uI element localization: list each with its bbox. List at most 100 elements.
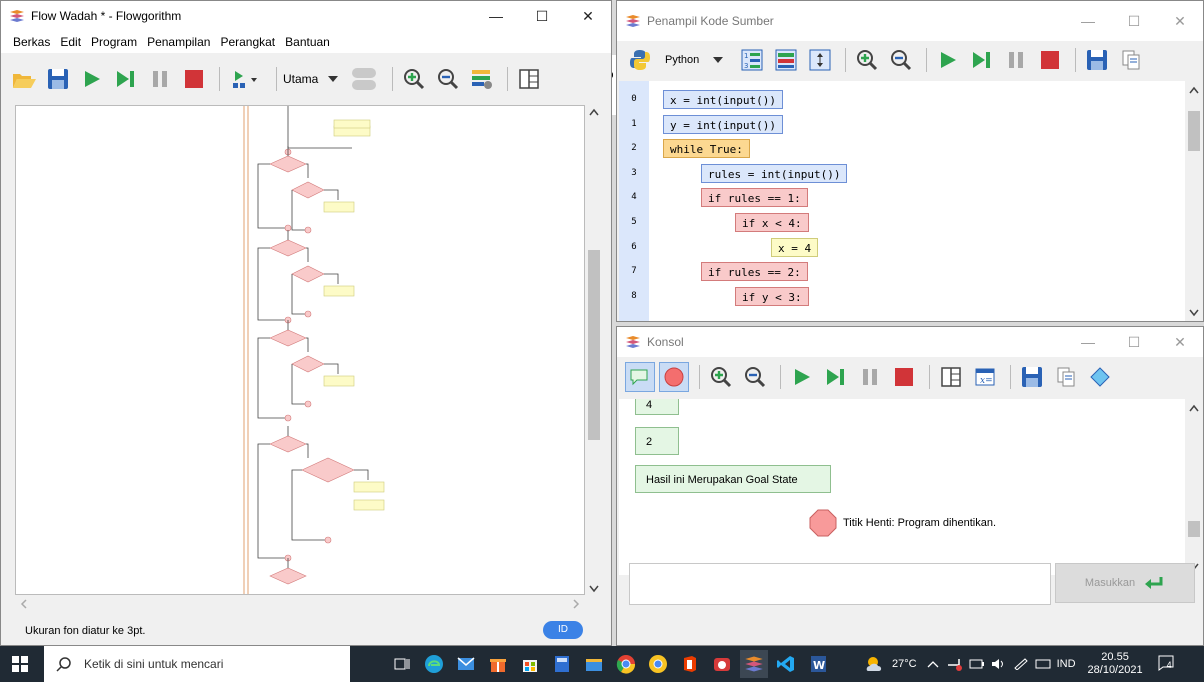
zoom-out-button[interactable] bbox=[740, 362, 770, 392]
taskbar-app-mail[interactable] bbox=[452, 650, 480, 678]
maximize-button[interactable]: ☐ bbox=[1111, 327, 1157, 357]
pause-button[interactable] bbox=[855, 362, 885, 392]
notification-center-button[interactable]: 4 bbox=[1157, 654, 1177, 674]
scrollbar-thumb[interactable] bbox=[1188, 111, 1200, 151]
battery-icon[interactable] bbox=[969, 658, 985, 670]
breakpoint-toggle-button[interactable] bbox=[659, 362, 689, 392]
clock[interactable]: 20.55 28/10/2021 bbox=[1088, 651, 1143, 677]
code-statement[interactable]: if rules == 2: bbox=[701, 262, 808, 282]
taskbar-app-store[interactable] bbox=[516, 650, 544, 678]
copy-button[interactable] bbox=[1116, 45, 1146, 75]
line-numbers-button[interactable]: 13 bbox=[737, 45, 767, 75]
zoom-out-button[interactable] bbox=[886, 45, 916, 75]
fit-button[interactable] bbox=[805, 45, 835, 75]
canvas-vertical-scrollbar[interactable] bbox=[585, 105, 603, 595]
pen-icon[interactable] bbox=[1013, 658, 1029, 670]
variables-button[interactable]: x= bbox=[970, 362, 1000, 392]
run-button[interactable] bbox=[787, 362, 817, 392]
pause-button[interactable] bbox=[145, 64, 175, 94]
chevron-down-icon[interactable] bbox=[713, 57, 724, 63]
menu-penampilan[interactable]: Penampilan bbox=[147, 35, 210, 49]
canvas-horizontal-scrollbar[interactable] bbox=[15, 595, 585, 613]
toggle-button[interactable] bbox=[346, 64, 382, 94]
highlight-button[interactable] bbox=[771, 45, 801, 75]
save-button[interactable] bbox=[1082, 45, 1112, 75]
close-button[interactable]: ✕ bbox=[1157, 6, 1203, 36]
code-statement[interactable]: y = int(input()) bbox=[663, 114, 783, 134]
zoom-out-button[interactable] bbox=[433, 64, 463, 94]
zoom-in-button[interactable] bbox=[706, 362, 736, 392]
taskbar-app-edge[interactable] bbox=[420, 650, 448, 678]
chevron-up-icon[interactable] bbox=[927, 660, 939, 668]
panels-button[interactable] bbox=[936, 362, 966, 392]
taskbar-app-photos[interactable] bbox=[708, 650, 736, 678]
task-view-button[interactable] bbox=[388, 650, 416, 678]
maximize-button[interactable]: ☐ bbox=[1111, 6, 1157, 36]
panels-button[interactable] bbox=[514, 64, 544, 94]
taskbar-search[interactable]: Ketik di sini untuk mencari bbox=[44, 646, 350, 682]
code-statement[interactable]: rules = int(input()) bbox=[701, 163, 848, 183]
stop-button[interactable] bbox=[179, 64, 209, 94]
menu-berkas[interactable]: Berkas bbox=[13, 35, 50, 49]
close-button[interactable]: ✕ bbox=[1157, 327, 1203, 357]
taskbar-app-word[interactable]: W bbox=[804, 650, 832, 678]
language-badge[interactable]: ID bbox=[543, 621, 583, 639]
console-vertical-scrollbar[interactable] bbox=[1185, 399, 1203, 575]
network-alert-icon[interactable] bbox=[947, 657, 963, 671]
python-logo-button[interactable] bbox=[625, 45, 655, 75]
close-button[interactable]: ✕ bbox=[565, 1, 611, 31]
taskbar-app-office[interactable] bbox=[676, 650, 704, 678]
console-output[interactable]: 4 2 Hasil ini Merupakan Goal State Titik… bbox=[619, 399, 1185, 575]
language-select-value[interactable]: Python bbox=[665, 54, 699, 66]
code-statement[interactable]: if y < 3: bbox=[735, 286, 809, 306]
menu-bantuan[interactable]: Bantuan bbox=[285, 35, 330, 49]
console-input-field[interactable] bbox=[629, 563, 1051, 605]
menu-edit[interactable]: Edit bbox=[60, 35, 81, 49]
code-area[interactable]: 0 x = int(input()) 1 y = int(input()) 2 while… bbox=[619, 81, 1185, 321]
flowchart-canvas[interactable] bbox=[15, 105, 585, 595]
input-language[interactable]: IND bbox=[1057, 658, 1076, 670]
code-statement[interactable]: if x < 4: bbox=[735, 213, 809, 232]
pause-button[interactable] bbox=[1001, 45, 1031, 75]
code-statement[interactable]: x = int(input()) bbox=[663, 90, 783, 109]
scrollbar-thumb[interactable] bbox=[588, 250, 600, 440]
zoom-in-button[interactable] bbox=[399, 64, 429, 94]
code-statement[interactable]: if rules == 1: bbox=[701, 188, 808, 208]
variables-button[interactable] bbox=[467, 64, 497, 94]
minimize-button[interactable]: — bbox=[1065, 327, 1111, 357]
taskbar-app-gift[interactable] bbox=[484, 650, 512, 678]
code-statement[interactable]: while True: bbox=[663, 139, 750, 159]
save-button[interactable] bbox=[43, 64, 73, 94]
volume-icon[interactable] bbox=[991, 658, 1007, 670]
taskbar-app-chrome-2[interactable] bbox=[644, 650, 672, 678]
taskbar-app-calculator[interactable] bbox=[548, 650, 576, 678]
save-button[interactable] bbox=[1017, 362, 1047, 392]
start-button[interactable] bbox=[6, 650, 34, 678]
layout-button[interactable] bbox=[226, 64, 266, 94]
taskbar-app-folder[interactable] bbox=[580, 650, 608, 678]
stop-button[interactable] bbox=[889, 362, 919, 392]
minimize-button[interactable]: — bbox=[473, 1, 519, 31]
menu-perangkat[interactable]: Perangkat bbox=[220, 35, 275, 49]
step-button[interactable] bbox=[967, 45, 997, 75]
scrollbar-thumb[interactable] bbox=[1188, 521, 1200, 537]
zoom-in-button[interactable] bbox=[852, 45, 882, 75]
minimize-button[interactable]: — bbox=[1065, 6, 1111, 36]
taskbar-app-vscode[interactable] bbox=[772, 650, 800, 678]
maximize-button[interactable]: ☐ bbox=[519, 1, 565, 31]
function-select[interactable]: Utama bbox=[283, 66, 339, 92]
open-file-button[interactable] bbox=[9, 64, 39, 94]
keyboard-icon[interactable] bbox=[1035, 658, 1051, 670]
show-chat-button[interactable] bbox=[625, 362, 655, 392]
weather-widget[interactable]: 27°C bbox=[864, 655, 917, 673]
taskbar-app-chrome[interactable] bbox=[612, 650, 640, 678]
clear-button[interactable] bbox=[1085, 362, 1115, 392]
code-statement[interactable]: x = 4 bbox=[771, 237, 819, 257]
copy-button[interactable] bbox=[1051, 362, 1081, 392]
code-vertical-scrollbar[interactable] bbox=[1185, 81, 1203, 321]
run-button[interactable] bbox=[77, 64, 107, 94]
taskbar-app-flowgorithm[interactable] bbox=[740, 650, 768, 678]
menu-program[interactable]: Program bbox=[91, 35, 137, 49]
stop-button[interactable] bbox=[1035, 45, 1065, 75]
run-button[interactable] bbox=[933, 45, 963, 75]
